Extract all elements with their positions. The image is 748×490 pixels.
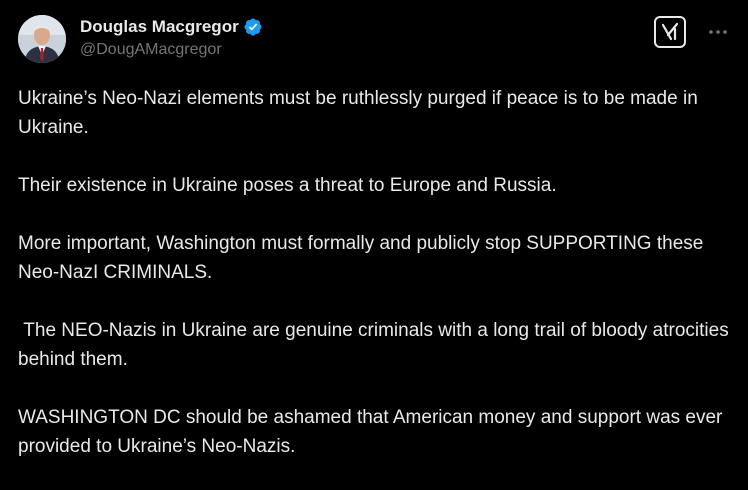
name-row: Douglas Macgregor: [80, 15, 263, 39]
tweet-paragraph: More important, Washington must formally…: [18, 233, 709, 283]
tweet-paragraph: The NEO-Nazis in Ukraine are genuine cri…: [18, 320, 734, 370]
tweet-paragraph: WASHINGTON DC should be ashamed that Ame…: [18, 407, 728, 457]
verified-badge-icon[interactable]: [243, 17, 263, 37]
avatar-image: [18, 15, 66, 63]
tweet-header: Douglas Macgregor @DougAMacgregor: [18, 12, 730, 64]
avatar[interactable]: [18, 15, 66, 63]
author-display-name[interactable]: Douglas Macgregor: [80, 17, 239, 37]
author-handle[interactable]: @DougAMacgregor: [80, 41, 263, 59]
tweet-text: Ukraine’s Neo-Nazi elements must be ruth…: [18, 84, 730, 490]
more-horizontal-icon: [709, 30, 727, 34]
author-info: Douglas Macgregor @DougAMacgregor: [80, 15, 263, 59]
grok-button[interactable]: [654, 16, 686, 48]
tweet-paragraph: Their existence in Ukraine poses a threa…: [18, 175, 557, 196]
tweet-paragraph: Ukraine’s Neo-Nazi elements must be ruth…: [18, 88, 704, 138]
more-options-button[interactable]: [706, 20, 730, 44]
grok-icon: [661, 22, 679, 41]
